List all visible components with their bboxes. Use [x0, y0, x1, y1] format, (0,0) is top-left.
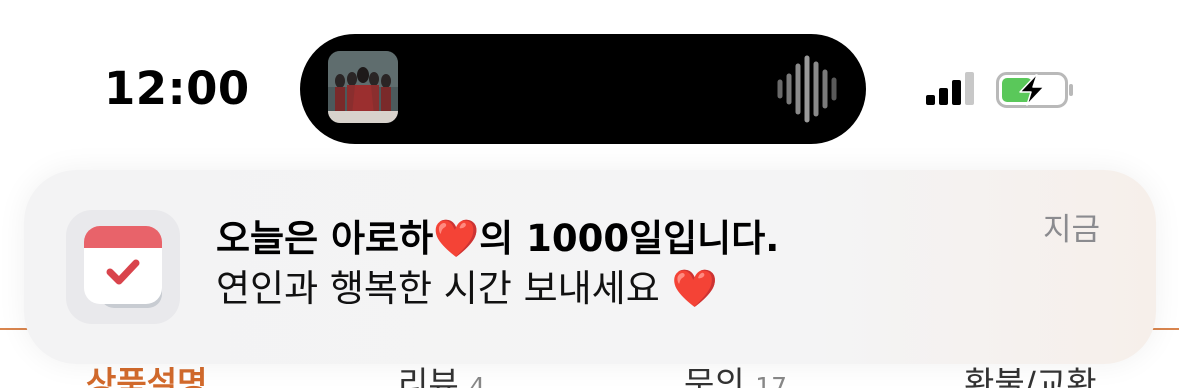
heart-emoji: ❤️ — [433, 217, 480, 260]
cellular-signal-icon — [926, 70, 976, 106]
tab-refund-exchange[interactable]: 환불/교환 — [964, 364, 1097, 388]
tab-inquiries[interactable]: 문의 17 — [684, 364, 787, 388]
tab-label: 환불/교환 — [964, 364, 1097, 388]
tab-count: 17 — [755, 372, 788, 388]
tab-label: 문의 — [684, 364, 745, 388]
calendar-check-icon — [66, 210, 180, 324]
tab-product-description[interactable]: 상품설명 — [86, 364, 207, 388]
now-playing-artwork[interactable] — [328, 51, 398, 123]
dynamic-island[interactable] — [300, 34, 866, 144]
tab-label: 리뷰 — [398, 364, 459, 388]
battery-charging-icon — [996, 72, 1076, 108]
title-suffix: 의 1000일입니다. — [479, 217, 780, 260]
status-time: 12:00 — [104, 62, 250, 115]
notification-title: 오늘은 아로하❤️의 1000일입니다. — [216, 214, 779, 264]
tab-count: 4 — [469, 372, 486, 388]
notification-time: 지금 — [1042, 212, 1100, 248]
title-prefix: 오늘은 아로하 — [216, 217, 434, 260]
notification-banner[interactable]: 오늘은 아로하❤️의 1000일입니다. 연인과 행복한 시간 보내세요 ❤️ … — [24, 170, 1156, 364]
artwork-image — [328, 51, 398, 123]
audio-waveform-icon — [776, 54, 842, 124]
tab-reviews[interactable]: 리뷰 4 — [398, 364, 485, 388]
heart-emoji: ❤️ — [671, 267, 718, 310]
body-text: 연인과 행복한 시간 보내세요 — [216, 267, 660, 310]
tab-label: 상품설명 — [86, 364, 208, 388]
notification-body: 연인과 행복한 시간 보내세요 ❤️ — [216, 264, 718, 314]
phone-screen: 12:00 상품설명 리뷰 4 문의 17 환불/교환 오늘은 아로하❤️의 1… — [0, 0, 1179, 388]
